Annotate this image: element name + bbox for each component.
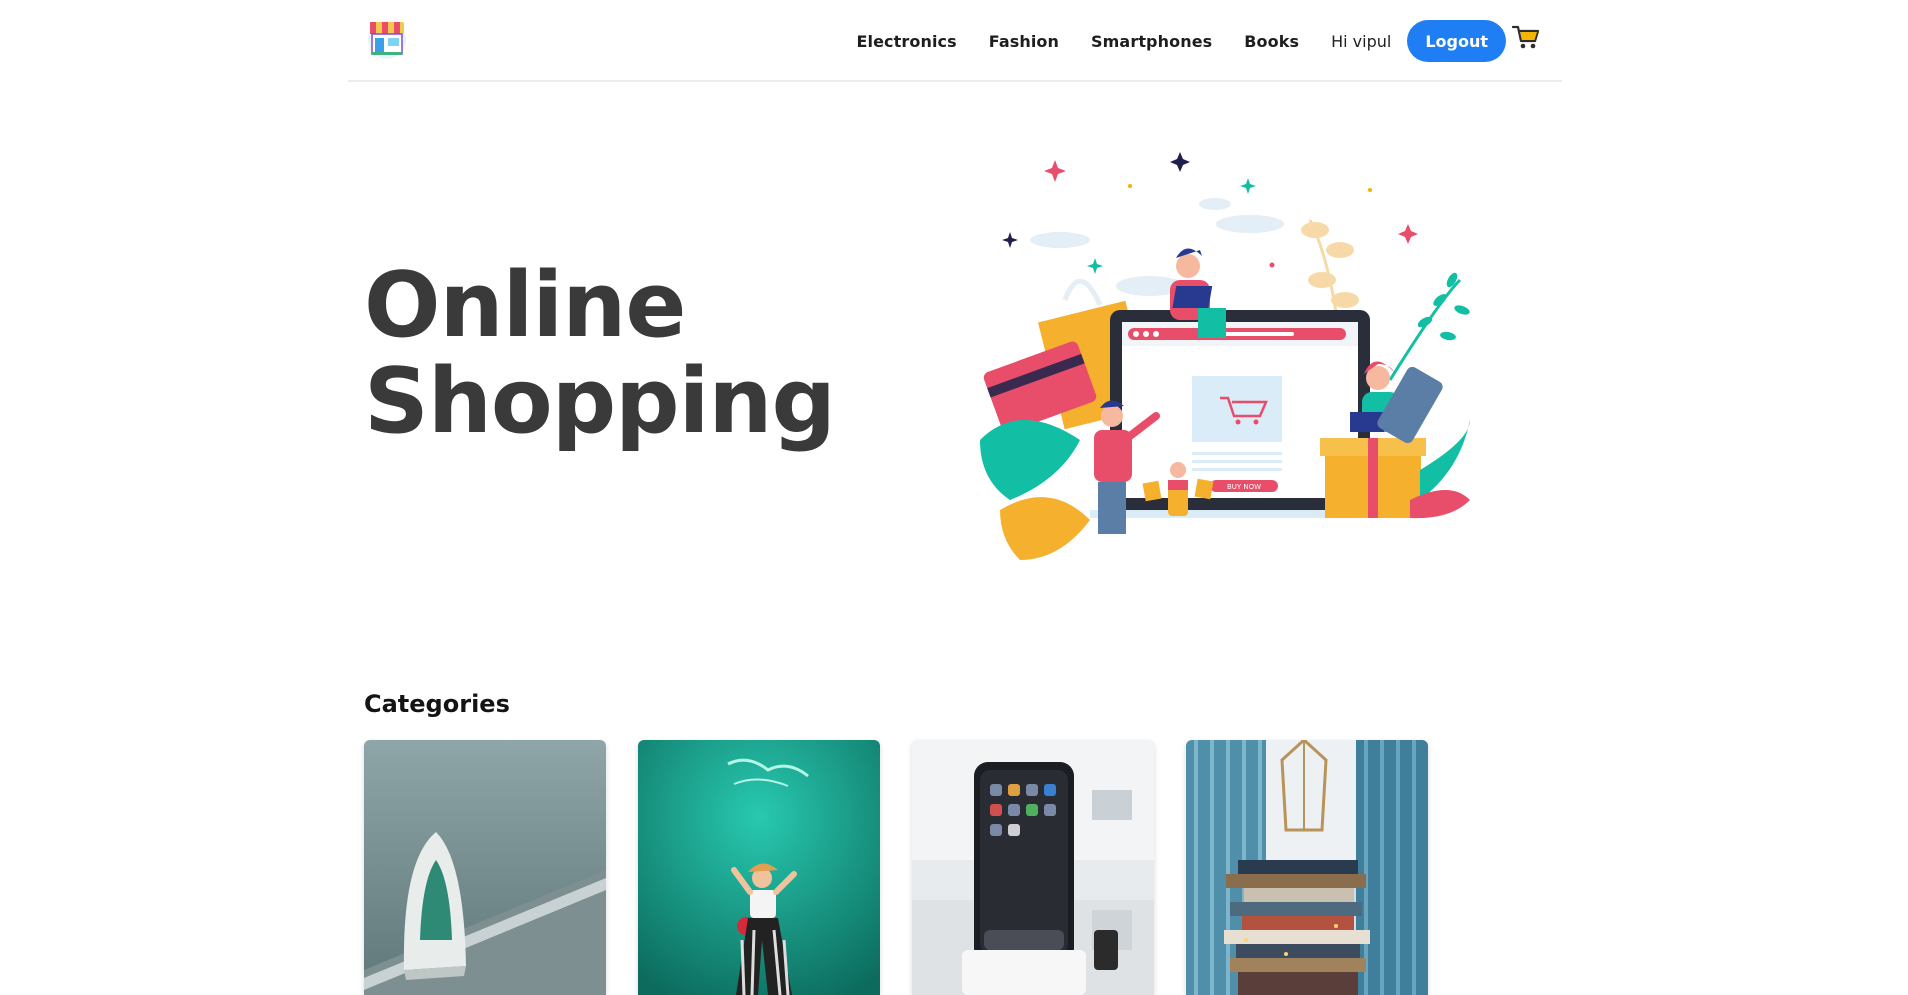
shopping-cart-icon[interactable]	[1511, 24, 1540, 50]
smartphone-photo	[912, 740, 1154, 995]
clothes-iron-photo	[364, 740, 606, 995]
nav-link-books[interactable]: Books	[1244, 32, 1299, 51]
category-card-books[interactable]: Books	[1186, 740, 1428, 995]
hero-title-line2: Shopping	[364, 349, 836, 454]
book-stack-photo	[1186, 740, 1428, 995]
categories-list: Electronics Fashion	[364, 740, 1460, 995]
fashion-model-photo	[638, 740, 880, 995]
category-card-electronics[interactable]: Electronics	[364, 740, 606, 995]
logout-button[interactable]: Logout	[1407, 20, 1506, 62]
hero-title: Online Shopping	[364, 258, 924, 450]
categories-title: Categories	[364, 690, 510, 718]
online-shopping-illustration: BUY NOW	[970, 140, 1480, 580]
svg-text:BUY NOW: BUY NOW	[1227, 483, 1261, 491]
category-card-fashion[interactable]: Fashion	[638, 740, 880, 995]
store-logo-icon[interactable]	[366, 16, 408, 60]
nav-link-electronics[interactable]: Electronics	[856, 32, 956, 51]
nav-link-fashion[interactable]: Fashion	[989, 32, 1059, 51]
navbar: Electronics Fashion Smartphones Books Hi…	[348, 0, 1562, 82]
category-card-smartphones[interactable]: Smartphones	[912, 740, 1154, 995]
sparkle-icons	[1002, 152, 1418, 274]
nav-links: Electronics Fashion Smartphones Books Hi…	[856, 20, 1506, 62]
hero-title-line1: Online	[364, 253, 686, 358]
nav-link-smartphones[interactable]: Smartphones	[1091, 32, 1212, 51]
user-greeting: Hi vipul	[1331, 31, 1392, 51]
